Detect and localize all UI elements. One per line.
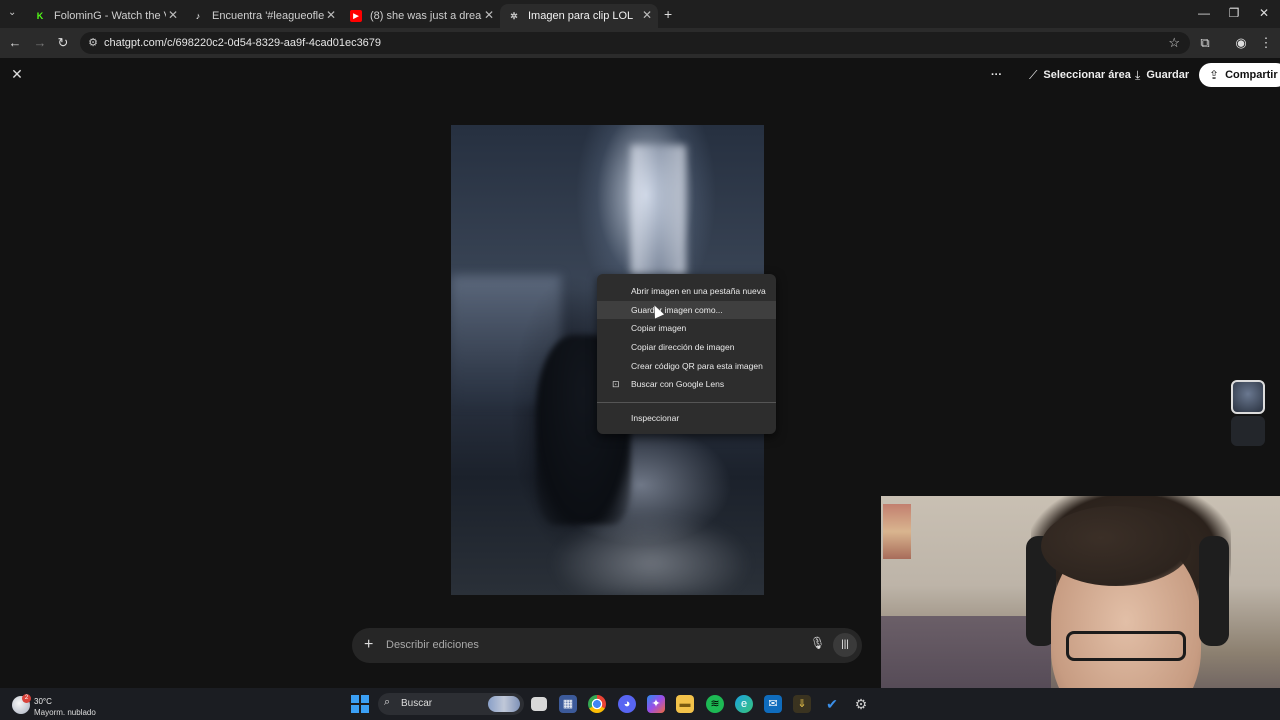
tab-title: Imagen para clip LOL	[528, 10, 634, 22]
share-button[interactable]: ⇪ Compartir	[1199, 63, 1280, 87]
tab-youtube[interactable]: ▶ (8) she was just a dream - YouT ✕	[342, 4, 500, 28]
address-bar[interactable]: ⚙ chatgpt.com/c/698220c2-0d54-8329-aa9f-…	[80, 32, 1190, 54]
menu-item-copy-image[interactable]: Copiar imagen	[597, 319, 776, 338]
webcam-glasses	[1066, 631, 1186, 661]
profile-icon[interactable]: ◉	[1233, 35, 1249, 51]
weather-badge: 2	[22, 694, 31, 703]
extensions-icon[interactable]: ⧉	[1197, 35, 1213, 51]
thumbnail-selected[interactable]	[1231, 380, 1265, 414]
search-highlight-icon	[488, 696, 520, 712]
tab-strip: ⌄ K FolominG - Watch the VOD on ✕ ♪ Encu…	[0, 0, 1280, 28]
windows-start-icon[interactable]	[351, 695, 369, 713]
more-icon: ···	[991, 69, 1002, 81]
file-explorer-icon[interactable]: ▬	[676, 695, 694, 713]
webcam-poster	[883, 504, 911, 559]
menu-item-label: Buscar con Google Lens	[631, 379, 725, 390]
select-area-label: Seleccionar área	[1043, 69, 1131, 81]
weather-condition: Mayorm. nublado	[34, 708, 96, 717]
new-tab-icon[interactable]: +	[664, 6, 672, 22]
webcam-fringe	[1041, 506, 1191, 586]
tab-search-chevron-icon[interactable]: ⌄	[8, 7, 16, 18]
close-tab-icon[interactable]: ✕	[484, 8, 494, 22]
forward-icon[interactable]: →	[32, 35, 48, 51]
share-label: Compartir	[1225, 69, 1278, 81]
back-icon[interactable]: ←	[7, 35, 23, 51]
save-label: Guardar	[1146, 69, 1190, 81]
microphone-icon[interactable]: 🎙	[810, 636, 825, 650]
edit-prompt-bar: + 🎙 |||	[352, 628, 862, 663]
save-button[interactable]: ⤓ Guardar	[1125, 63, 1199, 87]
task-view-icon[interactable]	[531, 697, 547, 711]
discord-icon[interactable]: ◕	[618, 695, 636, 713]
todo-icon[interactable]: ✔	[823, 695, 841, 713]
tab-chatgpt[interactable]: ✲ Imagen para clip LOL ✕	[500, 4, 658, 28]
url-text: chatgpt.com/c/698220c2-0d54-8329-aa9f-4c…	[104, 37, 382, 49]
store-icon[interactable]: ▦	[559, 695, 577, 713]
spotify-icon[interactable]: ≋	[706, 695, 724, 713]
describe-edits-input[interactable]	[386, 636, 786, 654]
menu-item-save-image-as[interactable]: Guardar imagen como...	[597, 300, 776, 320]
image-floor-glare	[551, 515, 751, 595]
menu-item-open-new-tab[interactable]: Abrir imagen en una pestaña nueva	[597, 282, 776, 301]
tab-tiktok[interactable]: ♪ Encuentra '#leagueoflegends' e ✕	[184, 4, 342, 28]
thumbnail[interactable]	[1231, 416, 1265, 446]
more-options-button[interactable]: ···	[985, 63, 1008, 87]
site-info-icon[interactable]: ⚙	[86, 36, 100, 50]
tab-kick[interactable]: K FolominG - Watch the VOD on ✕	[26, 4, 184, 28]
taskbar-search-label: Buscar	[401, 698, 433, 709]
youtube-icon: ▶	[350, 10, 362, 22]
tab-title: Encuentra '#leagueoflegends' e	[212, 10, 324, 22]
weather-widget[interactable]: 2 30°C Mayorm. nublado	[12, 693, 122, 717]
close-icon[interactable]: ✕	[10, 66, 24, 83]
tab-title: FolominG - Watch the VOD on	[54, 10, 166, 22]
google-lens-icon: ⊡	[612, 378, 620, 389]
menu-item-create-qr[interactable]: Crear código QR para esta imagen	[597, 356, 776, 375]
copilot-icon[interactable]: ✦	[647, 695, 665, 713]
download-icon: ⤓	[1135, 67, 1141, 82]
weather-temperature: 30°C	[34, 697, 52, 706]
menu-item-copy-image-address[interactable]: Copiar dirección de imagen	[597, 338, 776, 357]
window-close-icon[interactable]: ✕	[1254, 6, 1274, 20]
outlook-icon[interactable]: ✉	[764, 695, 782, 713]
close-tab-icon[interactable]: ✕	[642, 8, 652, 22]
select-area-button[interactable]: ⟋ Seleccionar área	[1019, 63, 1141, 87]
share-icon: ⇪	[1209, 68, 1220, 82]
plus-icon[interactable]: +	[364, 636, 373, 654]
settings-icon[interactable]: ⚙	[852, 695, 870, 713]
windows-taskbar: 2 30°C Mayorm. nublado ⌕ Buscar ▦ ◕ ✦ ▬ …	[0, 688, 1280, 720]
close-tab-icon[interactable]: ✕	[326, 8, 336, 22]
menu-separator	[597, 401, 776, 403]
browser-toolbar: ← → ↻ ⚙ chatgpt.com/c/698220c2-0d54-8329…	[0, 28, 1280, 58]
tiktok-icon: ♪	[195, 11, 201, 21]
webcam-overlay	[881, 496, 1280, 720]
chatgpt-icon: ✲	[510, 10, 518, 21]
tab-title: (8) she was just a dream - YouT	[370, 10, 482, 22]
bookmark-star-icon[interactable]: ☆	[1168, 35, 1180, 51]
webcam-headset-right	[1199, 536, 1229, 646]
menu-item-google-lens[interactable]: ⊡ Buscar con Google Lens	[597, 375, 776, 394]
search-icon: ⌕	[384, 696, 391, 708]
edge-icon[interactable]: e	[735, 695, 753, 713]
chrome-icon[interactable]	[588, 695, 606, 713]
taskbar-search[interactable]: ⌕ Buscar	[378, 693, 524, 715]
app-icon[interactable]: ⇓	[793, 695, 811, 713]
context-menu: Abrir imagen en una pestaña nueva Guarda…	[597, 274, 776, 434]
restore-icon[interactable]: ❐	[1224, 6, 1244, 20]
voice-mode-icon[interactable]: |||	[833, 633, 857, 657]
reload-icon[interactable]: ↻	[55, 35, 71, 51]
browser-menu-icon[interactable]: ⋮	[1258, 35, 1274, 51]
select-area-icon: ⟋	[1029, 67, 1038, 82]
menu-item-inspect[interactable]: Inspeccionar	[597, 409, 776, 428]
kick-icon: K	[36, 11, 44, 21]
image-window-light	[631, 145, 686, 275]
minimize-icon[interactable]: —	[1194, 6, 1214, 20]
close-tab-icon[interactable]: ✕	[168, 8, 178, 22]
